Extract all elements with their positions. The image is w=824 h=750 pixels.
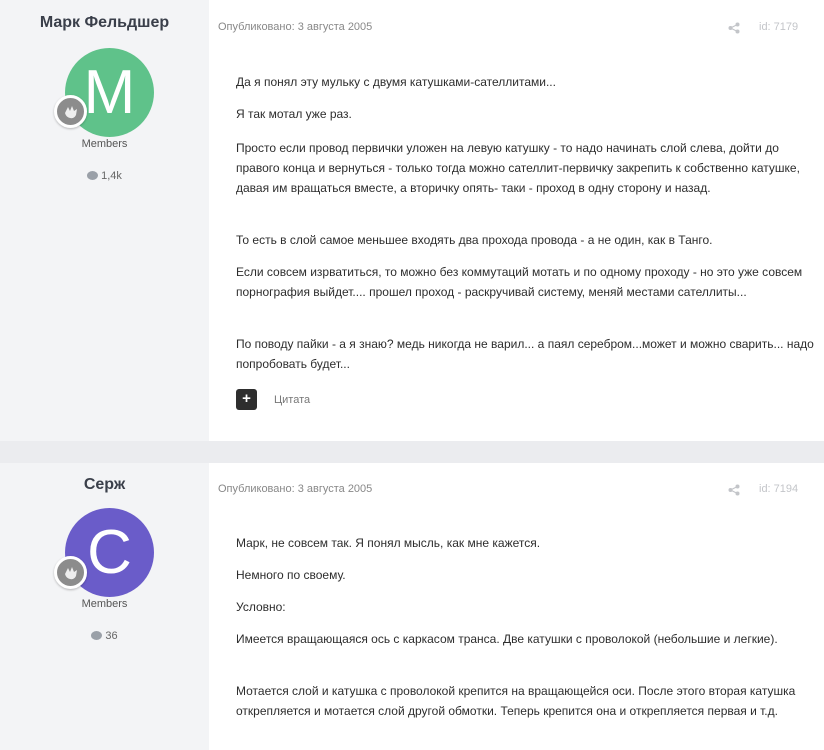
post-count-value: 36 (105, 630, 118, 642)
post-count: 1,4k (0, 170, 209, 182)
author-name[interactable]: Марк Фельдшер (0, 14, 209, 32)
rank-badge-icon (54, 95, 87, 128)
post-paragraph: Я так мотал уже раз. (236, 107, 352, 121)
post-id: id: 7194 (759, 483, 799, 495)
post-paragraph: По поводу пайки - а я знаю? медь никогда… (236, 337, 814, 371)
post-paragraph: Марк, не совсем так. Я понял мысль, как … (236, 536, 541, 550)
post-count: 36 (0, 630, 209, 642)
quote-button[interactable]: Цитата (274, 394, 310, 406)
author-panel: Серж C Members 36 (0, 463, 209, 750)
post: Серж C Members 36 Опубликовано: 3 август… (0, 463, 824, 750)
post-date[interactable]: Опубликовано: 3 августа 2005 (218, 483, 372, 495)
post-content: Опубликовано: 3 августа 2005 id: 7194 Ма… (209, 463, 824, 750)
add-reaction-button[interactable]: + (236, 389, 257, 410)
share-icon[interactable] (728, 22, 740, 34)
post-paragraph: Условно: (236, 600, 286, 614)
post-count-value: 1,4k (101, 170, 122, 182)
comment-icon (91, 631, 103, 640)
post-date[interactable]: Опубликовано: 3 августа 2005 (218, 21, 372, 33)
post-paragraph: Мотается слой и катушка с проволокой кре… (236, 684, 796, 718)
post-paragraph: Если совсем изрватиться, то можно без ко… (236, 265, 803, 299)
author-panel: Марк Фельдшер M Members 1,4k (0, 0, 209, 441)
post-paragraph: Имеется вращающаяся ось с каркасом транс… (236, 632, 778, 646)
author-name[interactable]: Серж (0, 476, 209, 494)
post-paragraph: Да я понял эту мульку с двумя катушками-… (236, 75, 556, 89)
member-group: Members (81, 598, 128, 610)
rank-badge-icon (54, 556, 87, 589)
post-paragraph: Немного по своему. (236, 568, 346, 582)
post-content: Опубликовано: 3 августа 2005 id: 7179 Да… (209, 0, 824, 441)
post-paragraph: Просто если провод первички уложен на ле… (236, 141, 800, 195)
post: Марк Фельдшер M Members 1,4k Опубликован… (0, 0, 824, 441)
comment-icon (87, 171, 99, 180)
post-paragraph: То есть в слой самое меньшее входять два… (236, 233, 713, 247)
post-id: id: 7179 (759, 21, 799, 33)
member-group: Members (81, 138, 128, 150)
share-icon[interactable] (728, 484, 740, 496)
